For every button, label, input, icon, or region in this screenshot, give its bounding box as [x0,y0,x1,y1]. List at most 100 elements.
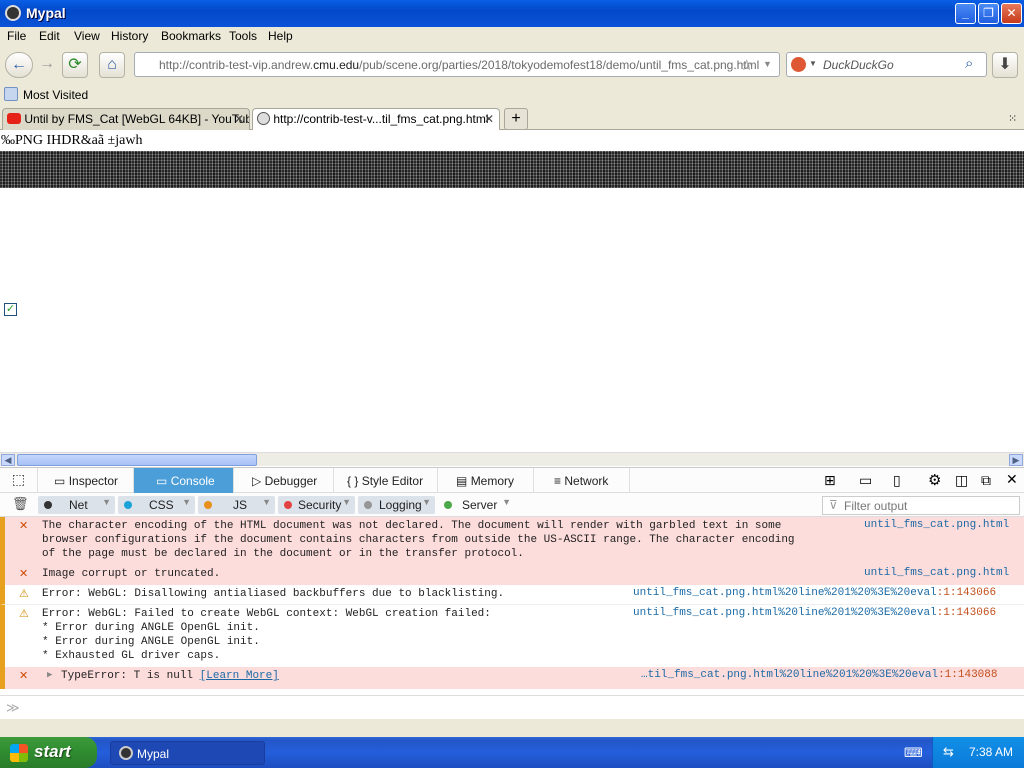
window-title: Mypal [26,5,66,21]
reload-button[interactable]: ⟳ [62,52,88,78]
url-dropdown-icon[interactable]: ▼ [763,59,772,69]
net-dot [44,501,52,509]
bookmarks-toolbar: Most Visited [0,84,1024,106]
tab-memory[interactable]: ▤ Memory [438,468,534,494]
filter-icon: ⊽ [829,498,838,512]
search-input[interactable]: DuckDuckGo [823,58,894,72]
settings-gear-icon[interactable]: ⚙ [928,471,941,489]
maximize-button[interactable]: ❐ [978,3,999,24]
bookmark-most-visited[interactable]: Most Visited [23,88,88,102]
tab-youtube[interactable]: Until by FMS_Cat [WebGL 64KB] - YouTube … [2,108,250,130]
menu-help[interactable]: Help [268,29,293,43]
menu-edit[interactable]: Edit [39,29,60,43]
message-source-link[interactable]: until_fms_cat.png.html%20line%201%20%3E%… [633,607,996,619]
tab-strip: Until by FMS_Cat [WebGL 64KB] - YouTube … [0,106,1024,131]
chevron-down-icon[interactable]: ▼ [262,497,271,507]
clear-console-icon[interactable]: 🗑 [12,496,29,512]
taskbar-item-mypal[interactable]: Mypal [110,741,265,765]
url-bar[interactable]: http://contrib-test-vip.andrew.cmu.edu/p… [134,52,780,77]
clock[interactable]: 7:38 AM [969,745,1013,759]
most-visited-icon [4,87,18,101]
responsive-design-icon[interactable]: ▯ [893,472,901,489]
menu-bookmarks[interactable]: Bookmarks [161,29,221,43]
close-button[interactable]: ✕ [1001,3,1022,24]
horizontal-scrollbar[interactable]: ◀ ▶ [0,452,1024,466]
new-tab-button[interactable]: + [504,108,528,130]
prompt-chevron-icon: ≫ [6,700,20,715]
filter-css[interactable]: CSS ▼ [118,496,195,514]
menu-view[interactable]: View [74,29,100,43]
scrollbar-thumb[interactable] [17,454,257,466]
globe-icon [257,112,270,125]
close-devtools-icon[interactable]: ✕ [1006,471,1018,488]
network-tray-icon[interactable]: ⇆ [943,744,954,760]
filter-security[interactable]: Security ▼ [278,496,355,514]
memory-icon: ▤ [456,474,468,488]
downloads-button[interactable]: ⬇ [992,52,1018,78]
filter-output-input[interactable]: ⊽ Filter output [822,496,1020,515]
filter-net[interactable]: Net ▼ [38,496,115,514]
duckduckgo-icon[interactable] [791,57,806,72]
devtools-toolbar: ⬚ ▭ Inspector ▭ Console ▷ Debugger { } S… [0,467,1024,494]
tab-png-page[interactable]: http://contrib-test-v...til_fms_cat.png.… [252,108,500,131]
chevron-down-icon[interactable]: ▼ [422,497,431,507]
keyboard-tray-icon[interactable]: ⌨ [904,745,923,761]
menu-file[interactable]: File [7,29,26,43]
layout-toggle-icon[interactable]: ⊞ [824,472,836,489]
console-message-warning: ⚠ Error: WebGL: Disallowing antialiased … [0,585,1024,605]
tab-close-icon[interactable]: ✕ [484,112,494,126]
tab-network[interactable]: ≡ Network [534,468,630,494]
filter-placeholder: Filter output [844,499,908,513]
scroll-left-arrow[interactable]: ◀ [1,454,15,466]
console-message-error: ✕ The character encoding of the HTML doc… [0,517,1024,565]
tab-inspector[interactable]: ▭ Inspector [38,468,134,494]
expand-arrow-icon[interactable]: ▶ [47,670,52,680]
search-icon[interactable]: ⌕ [965,55,973,72]
bookmark-star-icon[interactable]: ☆ [740,56,753,74]
message-source-link[interactable]: until_fms_cat.png.html [864,567,1009,579]
home-button[interactable]: ⌂ [99,52,125,78]
checkbox[interactable]: ✓ [4,303,17,316]
message-source-link[interactable]: until_fms_cat.png.html [864,519,1009,531]
console-message-error: ✕ Image corrupt or truncated. until_fms_… [0,565,1024,585]
back-button[interactable]: ← [5,52,33,78]
filter-js[interactable]: JS ▼ [198,496,275,514]
search-box[interactable]: ▼ DuckDuckGo ⌕ [786,52,987,77]
chevron-down-icon[interactable]: ▼ [182,497,191,507]
menu-tools[interactable]: Tools [229,29,257,43]
separate-window-icon[interactable]: ⧉ [981,472,991,489]
learn-more-link[interactable]: [Learn More] [200,670,279,682]
tab-style-editor[interactable]: { } Style Editor [334,468,438,494]
menu-history[interactable]: History [111,29,148,43]
filter-logging[interactable]: Logging ▼ [358,496,435,514]
forward-button[interactable]: → [34,52,60,78]
all-tabs-icon[interactable]: ⁙ [1008,112,1017,125]
warning-icon: ⚠ [19,587,29,600]
console-message-error: ✕ ▶ TypeError: T is null [Learn More] …t… [0,667,1024,689]
chevron-down-icon[interactable]: ▼ [102,497,111,507]
start-button[interactable]: start [0,737,97,768]
dock-side-icon[interactable]: ◫ [955,472,968,489]
tab-label: Until by FMS_Cat [WebGL 64KB] - YouTube [24,112,250,126]
garbled-image-overlay [0,151,1024,188]
console-message-warning: ⚠ Error: WebGL: Failed to create WebGL c… [0,605,1024,667]
message-source-link[interactable]: …til_fms_cat.png.html%20line%201%20%3E%2… [641,669,997,681]
chevron-down-icon[interactable]: ▼ [342,497,351,507]
minimize-button[interactable]: _ [955,3,976,24]
style-editor-icon: { } [347,474,359,488]
tab-console[interactable]: ▭ Console [134,468,234,494]
chevron-down-icon[interactable]: ▼ [502,497,511,507]
url-text: http://contrib-test-vip.andrew.cmu.edu/p… [159,58,760,72]
split-console-icon[interactable]: ▭ [859,472,872,489]
filter-server[interactable]: Server ▼ [438,496,515,514]
scroll-right-arrow[interactable]: ▶ [1009,454,1023,466]
message-source-link[interactable]: until_fms_cat.png.html%20line%201%20%3E%… [633,587,996,599]
console-input[interactable]: ≫ [0,695,1024,719]
tab-debugger[interactable]: ▷ Debugger [234,468,334,494]
tab-close-icon[interactable]: ✕ [234,112,244,126]
search-engine-dropdown-icon[interactable]: ▼ [809,59,817,68]
warning-icon: ⚠ [19,607,29,620]
element-picker-icon[interactable]: ⬚ [0,468,38,494]
js-dot [204,501,212,509]
status-bar [0,719,1024,737]
